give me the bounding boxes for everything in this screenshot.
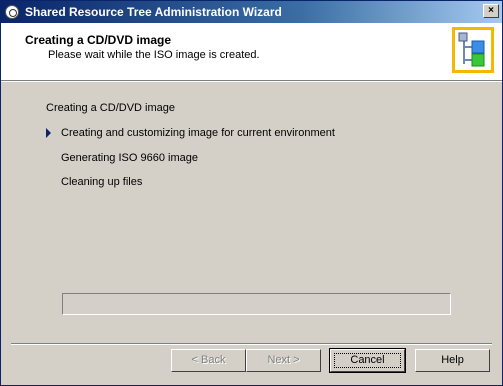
progress-bar bbox=[62, 293, 451, 315]
current-step-arrow-icon bbox=[46, 128, 51, 138]
app-icon bbox=[5, 5, 19, 19]
header-divider bbox=[1, 81, 502, 82]
window-title: Shared Resource Tree Administration Wiza… bbox=[25, 5, 282, 19]
button-separator bbox=[11, 343, 492, 345]
page-title: Creating a CD/DVD image bbox=[25, 33, 172, 47]
title-bar[interactable]: Shared Resource Tree Administration Wiza… bbox=[1, 1, 502, 23]
back-button[interactable]: < Back bbox=[171, 349, 246, 372]
step-item: Cleaning up files bbox=[61, 176, 143, 188]
wizard-logo-icon bbox=[452, 27, 494, 73]
help-button[interactable]: Help bbox=[415, 349, 490, 372]
step-item: Creating and customizing image for curre… bbox=[61, 127, 335, 139]
next-button[interactable]: Next > bbox=[246, 349, 321, 372]
focus-rect bbox=[334, 353, 401, 368]
cancel-button[interactable]: Cancel bbox=[329, 348, 406, 373]
close-button[interactable]: × bbox=[483, 4, 499, 18]
wizard-window: Shared Resource Tree Administration Wiza… bbox=[0, 0, 503, 386]
steps-heading: Creating a CD/DVD image bbox=[46, 102, 175, 114]
step-item: Generating ISO 9660 image bbox=[61, 152, 198, 164]
wizard-header: Creating a CD/DVD image Please wait whil… bbox=[1, 23, 502, 81]
page-subtitle: Please wait while the ISO image is creat… bbox=[48, 49, 260, 61]
